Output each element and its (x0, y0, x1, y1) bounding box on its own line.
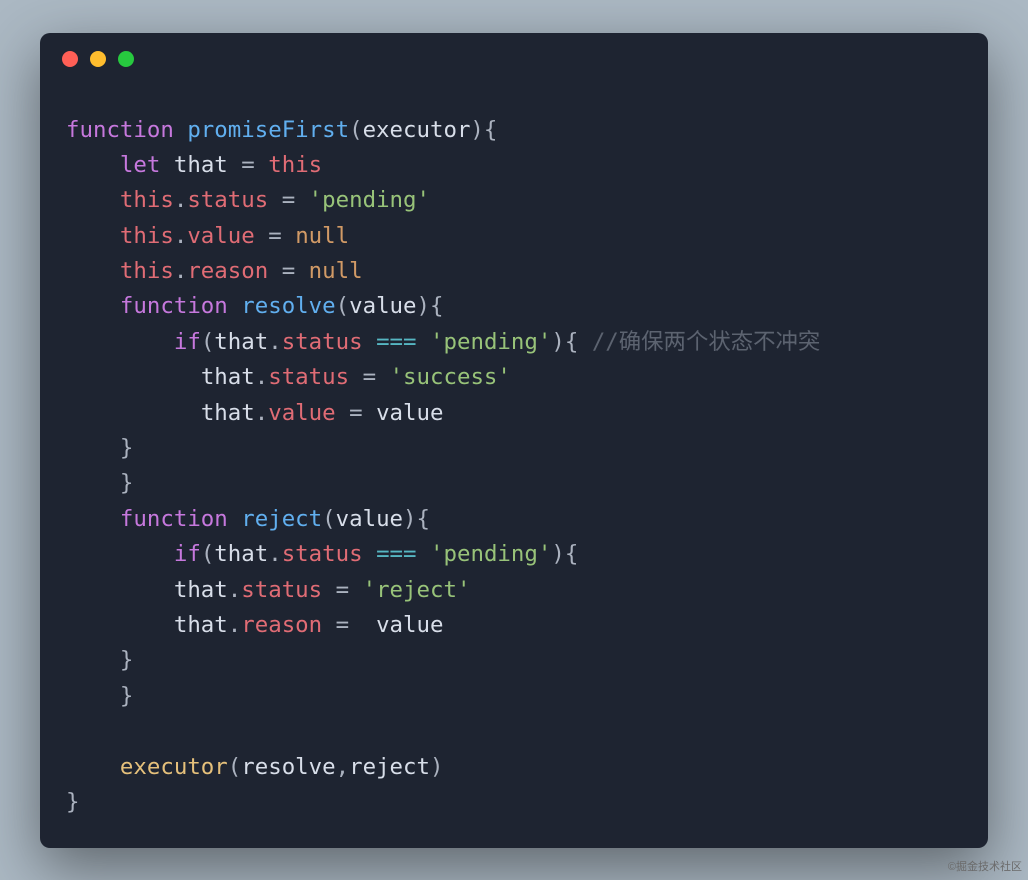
close-icon[interactable] (62, 51, 78, 67)
keyword-let: let (120, 152, 160, 178)
maximize-icon[interactable] (118, 51, 134, 67)
keyword-this: this (268, 152, 322, 178)
watermark: ©掘金技术社区 (948, 858, 1022, 874)
keyword-if: if (174, 329, 201, 355)
window-titlebar (40, 33, 988, 85)
param: executor (363, 117, 471, 143)
function-call: executor (120, 754, 228, 780)
code-window: function promiseFirst(executor){ let tha… (40, 33, 988, 848)
keyword-null: null (295, 223, 349, 249)
code-block: function promiseFirst(executor){ let tha… (40, 85, 988, 841)
minimize-icon[interactable] (90, 51, 106, 67)
function-name: promiseFirst (187, 117, 349, 143)
keyword-function: function (66, 117, 174, 143)
comment: //确保两个状态不冲突 (592, 329, 820, 355)
